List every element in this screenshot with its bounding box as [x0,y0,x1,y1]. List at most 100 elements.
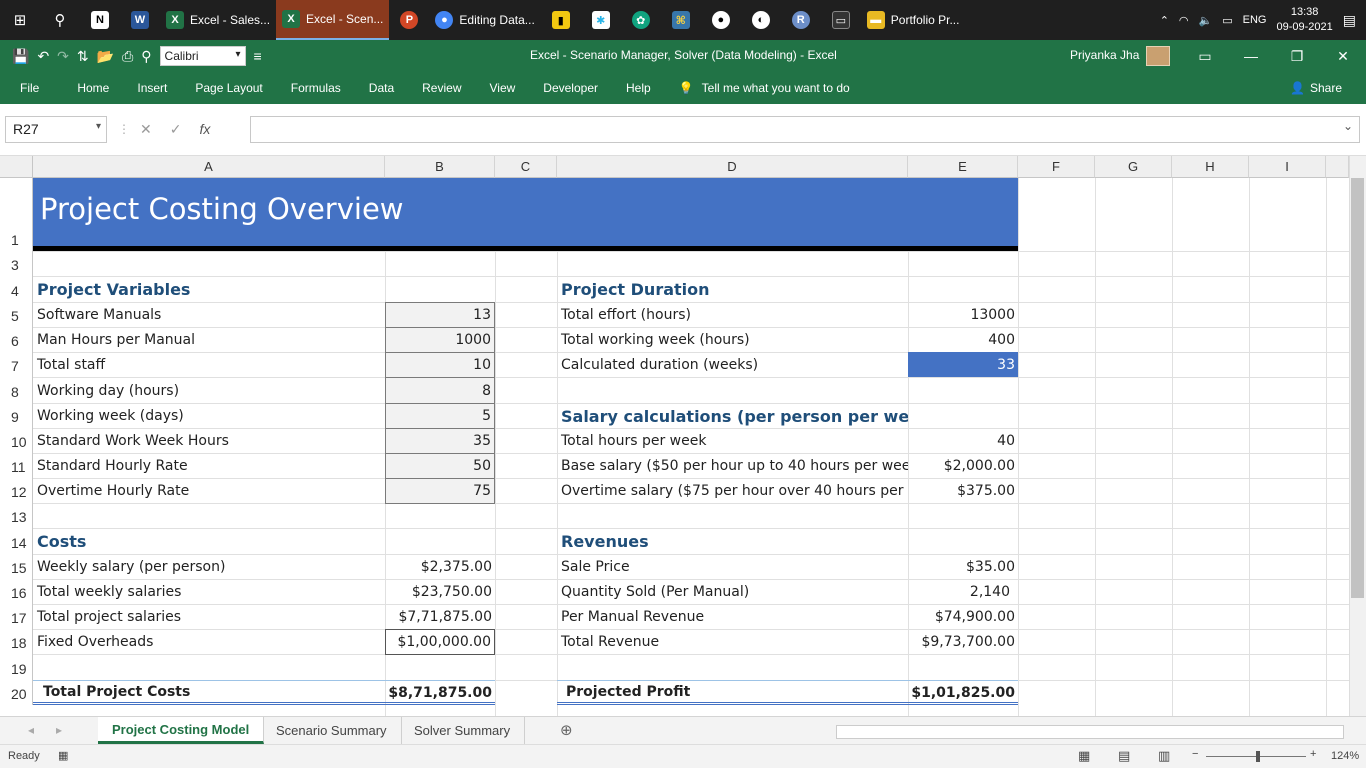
chevron-up-icon[interactable]: ⌃ [1160,14,1169,27]
revenue-label[interactable]: Per Manual Revenue [557,605,908,629]
revenue-label[interactable]: Total Revenue [557,630,908,654]
variable-label[interactable]: Software Manuals [33,303,385,327]
revenue-value[interactable]: $35.00 [908,555,1018,579]
restore-icon[interactable]: ❐ [1274,40,1320,72]
duration-label[interactable]: Total working week (hours) [557,328,908,352]
clock[interactable]: 13:38 09-09-2021 [1276,5,1332,35]
sheet-tab-solver-summary[interactable]: Solver Summary [400,717,526,744]
tab-formulas[interactable]: Formulas [277,72,355,104]
macro-recording-icon[interactable]: ▦ [58,749,68,762]
page-break-view-icon[interactable]: ▥ [1158,748,1170,764]
zoom-icon[interactable]: ⚲ [141,48,151,65]
cost-label[interactable]: Fixed Overheads [33,630,385,654]
variable-label[interactable]: Man Hours per Manual [33,328,385,352]
tab-data[interactable]: Data [355,72,408,104]
ribbon-display-icon[interactable]: ▭ [1182,40,1228,72]
search-icon[interactable]: ⚲ [40,0,80,40]
variable-value[interactable]: 50 [385,453,495,479]
variable-value[interactable]: 13 [385,302,495,328]
zoom-level[interactable]: 124% [1331,750,1359,762]
row-header[interactable]: 3 [0,251,33,276]
row-header[interactable]: 9 [0,403,33,428]
variable-label[interactable]: Overtime Hourly Rate [33,479,385,503]
language-indicator[interactable]: ENG [1243,14,1267,26]
calculated-duration-value[interactable]: 33 [908,352,1018,377]
notification-icon[interactable]: ▤ [1343,12,1356,29]
duration-label[interactable]: Total effort (hours) [557,303,908,327]
word-app-icon[interactable]: W [120,0,160,40]
project-variables-heading[interactable]: Project Variables [33,277,385,302]
page-layout-view-icon[interactable]: ▤ [1118,748,1130,764]
duration-value[interactable]: 400 [908,328,1018,352]
salary-label[interactable]: Total hours per week [557,429,908,453]
revenue-value[interactable]: $74,900.00 [908,605,1018,629]
zoom-out-icon[interactable]: − [1192,748,1198,760]
variable-label[interactable]: Working day (hours) [33,378,385,403]
row-header[interactable]: 5 [0,302,33,327]
row-header[interactable]: 1 [0,178,33,251]
add-sheet-icon[interactable]: ⊕ [560,721,573,739]
cost-value[interactable]: $1,00,000.00 [385,629,495,655]
variable-value[interactable]: 1000 [385,327,495,353]
column-header-f[interactable]: F [1018,156,1095,178]
salary-value[interactable]: 40 [908,429,1018,453]
cost-value[interactable]: $23,750.00 [385,580,495,604]
column-header-b[interactable]: B [385,156,495,178]
horizontal-scrollbar[interactable] [836,725,1344,739]
sheet-tab-project-costing-model[interactable]: Project Costing Model [98,717,265,744]
close-icon[interactable]: ✕ [1320,40,1366,72]
row-header[interactable]: 19 [0,654,33,680]
tab-home[interactable]: Home [63,72,123,104]
variable-label[interactable]: Standard Work Week Hours [33,429,385,453]
column-header-partial[interactable] [1326,156,1349,178]
zoom-slider-thumb[interactable] [1256,751,1260,762]
column-header-d[interactable]: D [557,156,908,178]
scroll-left-icon[interactable]: ◂ [28,723,34,737]
save-icon[interactable]: 💾 [12,48,29,65]
tab-review[interactable]: Review [408,72,475,104]
taskbar-excel-scenario[interactable]: X Excel - Scen... [276,0,390,40]
row-header[interactable]: 10 [0,428,33,453]
variable-label[interactable]: Working week (days) [33,404,385,428]
zoom-in-icon[interactable]: + [1310,748,1316,760]
wifi-icon[interactable]: ◠ [1179,14,1189,27]
row-header[interactable]: 20 [0,680,33,705]
cancel-icon[interactable]: ✕ [140,121,152,138]
customize-toolbar-icon[interactable]: ≡ [254,48,262,64]
powerpoint-app-icon[interactable]: P [389,0,429,40]
row-header[interactable]: 4 [0,276,33,302]
projected-profit-value[interactable]: $1,01,825.00 [908,680,1018,705]
python-icon[interactable]: ⌘ [661,0,701,40]
row-header[interactable]: 14 [0,528,33,554]
normal-view-icon[interactable]: ▦ [1078,748,1090,764]
snowflake-icon[interactable]: ✱ [581,0,621,40]
variable-value[interactable]: 5 [385,403,495,429]
row-header[interactable]: 6 [0,327,33,352]
tab-view[interactable]: View [476,72,530,104]
revenues-heading[interactable]: Revenues [557,529,908,554]
revenue-value[interactable]: 2,140 [908,580,1018,604]
row-header[interactable]: 12 [0,478,33,503]
costs-heading[interactable]: Costs [33,529,385,554]
column-header-g[interactable]: G [1095,156,1172,178]
tab-developer[interactable]: Developer [529,72,612,104]
battery-icon[interactable]: ▭ [1222,14,1232,27]
variable-label[interactable]: Total staff [33,353,385,377]
variable-value[interactable]: 35 [385,428,495,454]
salary-label[interactable]: Base salary ($50 per hour up to 40 hours… [557,454,908,478]
salary-value[interactable]: $2,000.00 [908,454,1018,478]
taskbar-editing-data[interactable]: ● Editing Data... [429,0,540,40]
column-header-a[interactable]: A [33,156,385,178]
row-header[interactable]: 17 [0,604,33,629]
salary-label[interactable]: Overtime salary ($75 per hour over 40 ho… [557,479,908,503]
row-header[interactable]: 11 [0,453,33,478]
cost-label[interactable]: Total project salaries [33,605,385,629]
revenue-label[interactable]: Sale Price [557,555,908,579]
revenue-value[interactable]: $9,73,700.00 [908,630,1018,654]
user-name[interactable]: Priyanka Jha [1070,48,1139,62]
row-header[interactable]: 15 [0,554,33,579]
taskbar-excel-sales[interactable]: X Excel - Sales... [160,0,276,40]
open-folder-icon[interactable]: 📂 [97,48,114,65]
name-box[interactable]: R27 [5,116,107,143]
row-header[interactable]: 13 [0,503,33,528]
